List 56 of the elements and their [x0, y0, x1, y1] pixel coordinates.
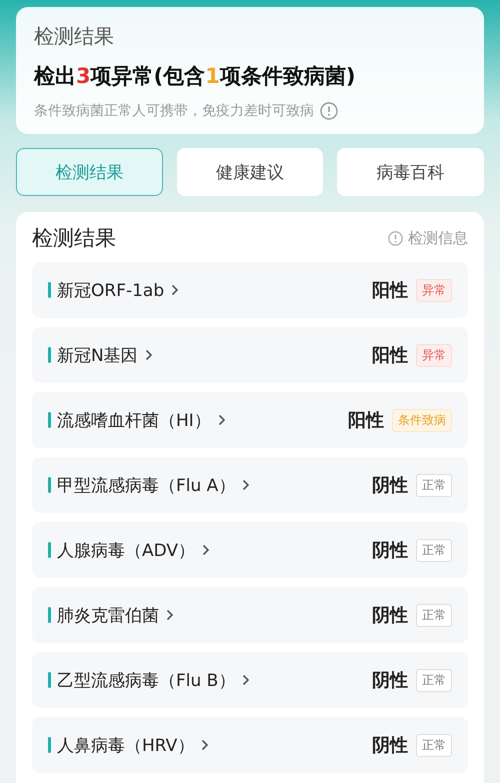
- chevron-icon: [166, 609, 174, 621]
- result-value: 阴性: [372, 734, 408, 757]
- accent-bar: [48, 672, 51, 688]
- summary-title: 检测结果: [34, 23, 115, 50]
- accent-bar: [48, 477, 51, 493]
- test-name: 乙型流感病毒（Flu B）: [57, 670, 236, 692]
- status-tag: 正常: [416, 668, 452, 692]
- result-row[interactable]: 流感嗜血杆菌（HI） 阳性 条件致病: [32, 392, 468, 448]
- result-value: 阴性: [372, 474, 408, 497]
- test-name: 肺炎克雷伯菌: [57, 604, 159, 626]
- result-value: 阴性: [372, 669, 408, 692]
- result-row[interactable]: 乙型流感病毒（Flu B） 阴性 正常: [32, 652, 468, 708]
- result-row[interactable]: 新冠N基因 阳性 异常: [32, 327, 468, 383]
- status-tag: 异常: [416, 344, 452, 366]
- result-row[interactable]: 甲型流感病毒（Flu A） 阴性 正常: [32, 457, 468, 513]
- test-name: 甲型流感病毒（Flu A）: [57, 474, 236, 496]
- chevron-icon: [242, 479, 250, 491]
- test-name: 新冠ORF-1ab: [57, 280, 164, 302]
- accent-bar: [48, 282, 51, 298]
- status-tag: 正常: [416, 538, 452, 562]
- result-value: 阴性: [372, 604, 408, 627]
- tab[interactable]: 健康建议: [176, 148, 324, 196]
- section-title: 检测结果: [32, 225, 116, 252]
- status-tag: 条件致病: [392, 408, 452, 432]
- result-row[interactable]: 肺炎克雷伯菌 阴性 正常: [32, 587, 468, 643]
- test-name: 流感嗜血杆菌（HI）: [57, 410, 211, 432]
- summary-note: 条件致病菌正常人可携带，免疫力差时可致病: [34, 102, 314, 120]
- result-row[interactable]: 人腺病毒（ADV） 阴性 正常: [32, 522, 468, 578]
- chevron-icon: [242, 674, 250, 686]
- status-tag: 正常: [416, 604, 452, 626]
- accent-bar: [48, 607, 51, 623]
- summary-headline: 检出3项异常(包含1项条件致病菌): [34, 63, 356, 90]
- status-tag: 正常: [416, 734, 452, 756]
- accent-bar: [48, 347, 51, 363]
- accent-bar: [48, 412, 51, 428]
- result-row[interactable]: 人鼻病毒（HRV） 阴性 正常: [32, 717, 468, 773]
- info-icon[interactable]: [320, 102, 338, 120]
- chevron-icon: [144, 349, 153, 361]
- result-value: 阳性: [372, 344, 408, 367]
- accent-bar: [48, 737, 51, 753]
- result-value: 阳性: [372, 279, 408, 302]
- status-tag: 正常: [416, 474, 452, 496]
- test-name: 新冠N基因: [57, 344, 138, 366]
- result-value: 阳性: [348, 409, 384, 432]
- tab[interactable]: 病毒百科: [337, 148, 484, 196]
- result-row[interactable]: 新冠ORF-1ab 阳性 异常: [32, 262, 468, 318]
- accent-bar: [48, 542, 51, 558]
- chevron-icon: [218, 414, 226, 426]
- chevron-icon: [202, 544, 210, 556]
- test-name: 人腺病毒（ADV）: [57, 540, 196, 562]
- result-value: 阴性: [372, 539, 408, 562]
- test-name: 人鼻病毒（HRV）: [57, 734, 194, 756]
- chevron-icon: [201, 739, 210, 751]
- status-tag: 异常: [416, 278, 452, 302]
- chevron-icon: [171, 284, 180, 296]
- info-icon[interactable]: [388, 230, 403, 246]
